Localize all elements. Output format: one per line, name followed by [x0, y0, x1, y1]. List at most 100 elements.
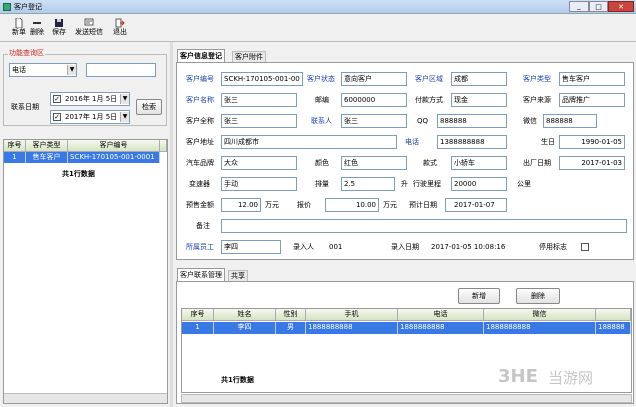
- send-sms-button[interactable]: 发送短信: [73, 18, 105, 40]
- date-from-checkbox[interactable]: ✓: [53, 95, 61, 103]
- watermark-text: 当游网: [548, 369, 594, 387]
- chevron-down-icon[interactable]: ▼: [67, 65, 76, 75]
- brand-field[interactable]: 大众: [221, 156, 297, 170]
- contacts-footer: 共1行数据: [221, 376, 254, 384]
- color-field[interactable]: 红色: [341, 156, 407, 170]
- date-to-picker[interactable]: ✓ 2017年 1月 5日: [50, 110, 130, 124]
- model-label: 款式: [423, 159, 437, 167]
- table-row[interactable]: 1: [182, 322, 214, 334]
- mileage-field[interactable]: 20000: [451, 177, 507, 191]
- title-bar: 客户登记 _ □ ✕: [0, 0, 636, 14]
- left-grid-hscroll[interactable]: [4, 393, 167, 403]
- region-field[interactable]: 成都: [451, 72, 507, 86]
- type-field[interactable]: 售车客户: [559, 72, 625, 86]
- contacts-header-name: 姓名: [214, 309, 276, 321]
- disp-label: 排量: [315, 180, 329, 188]
- table-row[interactable]: 1888888888: [306, 322, 398, 334]
- code-field[interactable]: SCKH-170105-001-00: [221, 72, 303, 86]
- model-field[interactable]: 小轿车: [451, 156, 507, 170]
- pay-field[interactable]: 现金: [451, 93, 507, 107]
- chevron-down-icon[interactable]: ▼: [120, 112, 129, 122]
- entry-label: 录入人: [293, 243, 314, 251]
- disp-unit: 升: [401, 180, 408, 188]
- factory-field[interactable]: 2017-01-03: [559, 156, 625, 170]
- source-field[interactable]: 品牌推广: [559, 93, 625, 107]
- contact-label: 联系人: [311, 117, 332, 125]
- tab-customer-info[interactable]: 客户信息登记: [177, 49, 225, 62]
- qq-label: QQ: [417, 117, 429, 125]
- birth-field[interactable]: 1990-01-05: [559, 135, 625, 149]
- query-value-input[interactable]: [86, 63, 156, 77]
- name-field[interactable]: 张三: [221, 93, 297, 107]
- wechat-field[interactable]: 888888: [543, 114, 597, 128]
- gear-field[interactable]: 手动: [221, 177, 297, 191]
- contacts-header-phone: 电话: [398, 309, 484, 321]
- save-button[interactable]: 保存: [50, 18, 68, 40]
- region-label: 客户区域: [415, 75, 443, 83]
- app-icon: [3, 3, 11, 11]
- color-label: 颜色: [315, 159, 329, 167]
- table-row[interactable]: 1888888888: [398, 322, 484, 334]
- date-from-picker[interactable]: ✓ 2016年 1月 5日: [50, 92, 130, 106]
- table-row[interactable]: 188888: [596, 322, 631, 334]
- left-grid-header-extra: [160, 140, 167, 152]
- type-label: 客户类型: [523, 75, 551, 83]
- add-contact-button[interactable]: 新增: [458, 288, 500, 304]
- zip-field[interactable]: 6000000: [341, 93, 407, 107]
- status-field[interactable]: 意向客户: [341, 72, 407, 86]
- quote-field[interactable]: 10.00: [325, 198, 379, 212]
- note-field[interactable]: [221, 219, 627, 233]
- entry-date-value: 2017-01-05 10:08:16: [431, 243, 506, 251]
- splitter[interactable]: [170, 42, 173, 407]
- table-row[interactable]: SCKH-170105-001-0001: [68, 152, 160, 163]
- expect-field[interactable]: 2017-01-07: [445, 198, 507, 212]
- entry-date-label: 录入日期: [391, 243, 419, 251]
- tab-share[interactable]: 共享: [228, 270, 248, 281]
- quote-label: 报价: [297, 201, 311, 209]
- table-row[interactable]: 1: [4, 152, 26, 163]
- budget-label: 预售金额: [186, 201, 214, 209]
- disp-field[interactable]: 2.5: [341, 177, 395, 191]
- table-row[interactable]: 李四: [214, 322, 276, 334]
- table-row[interactable]: 1888888888: [484, 322, 596, 334]
- addr-field[interactable]: 四川成都市: [221, 135, 397, 149]
- tab-customer-attach[interactable]: 客户附件: [232, 51, 266, 62]
- pay-label: 付款方式: [415, 96, 443, 104]
- wechat-label: 微信: [523, 117, 537, 125]
- close-button[interactable]: ✕: [608, 1, 634, 12]
- contacts-header-gender: 性别: [276, 309, 306, 321]
- fullname-field[interactable]: 张三: [221, 114, 297, 128]
- tab-contacts[interactable]: 客户联系管理: [177, 268, 225, 281]
- staff-field[interactable]: 李四: [221, 240, 281, 254]
- phone-field[interactable]: 1388888888: [437, 135, 507, 149]
- search-button[interactable]: 检索: [136, 99, 162, 115]
- delete-button[interactable]: 删除: [30, 18, 44, 40]
- contact-field[interactable]: 张三: [341, 114, 407, 128]
- contacts-hscroll[interactable]: [181, 394, 632, 403]
- delete-contact-button[interactable]: 删除: [516, 288, 560, 304]
- left-grid-header-code: 客户编号: [68, 140, 160, 152]
- minimize-button[interactable]: _: [569, 1, 589, 12]
- exit-button[interactable]: 退出: [111, 18, 129, 40]
- contacts-header-extra: [596, 309, 631, 321]
- toolbar-divider: [0, 41, 636, 42]
- factory-label: 出厂日期: [523, 159, 551, 167]
- status-label: 客户状态: [307, 75, 335, 83]
- stop-checkbox[interactable]: [581, 243, 589, 251]
- addr-label: 客户地址: [186, 138, 214, 146]
- maximize-button[interactable]: □: [589, 1, 608, 12]
- watermark-logo: 3HE: [498, 366, 538, 387]
- new-doc-icon: [15, 18, 23, 28]
- qq-field[interactable]: 888888: [437, 114, 507, 128]
- stop-label: 停用标志: [539, 243, 567, 251]
- budget-field[interactable]: 12.00: [221, 198, 261, 212]
- contacts-header-mobile: 手机: [306, 309, 398, 321]
- new-button[interactable]: 新单: [12, 18, 26, 40]
- table-row[interactable]: 售车客户: [26, 152, 68, 163]
- brand-label: 汽车品牌: [186, 159, 214, 167]
- zip-label: 邮编: [315, 96, 329, 104]
- table-row[interactable]: 男: [276, 322, 306, 334]
- date-to-checkbox[interactable]: ✓: [53, 113, 61, 121]
- staff-label: 所属员工: [186, 243, 214, 251]
- chevron-down-icon[interactable]: ▼: [120, 94, 129, 104]
